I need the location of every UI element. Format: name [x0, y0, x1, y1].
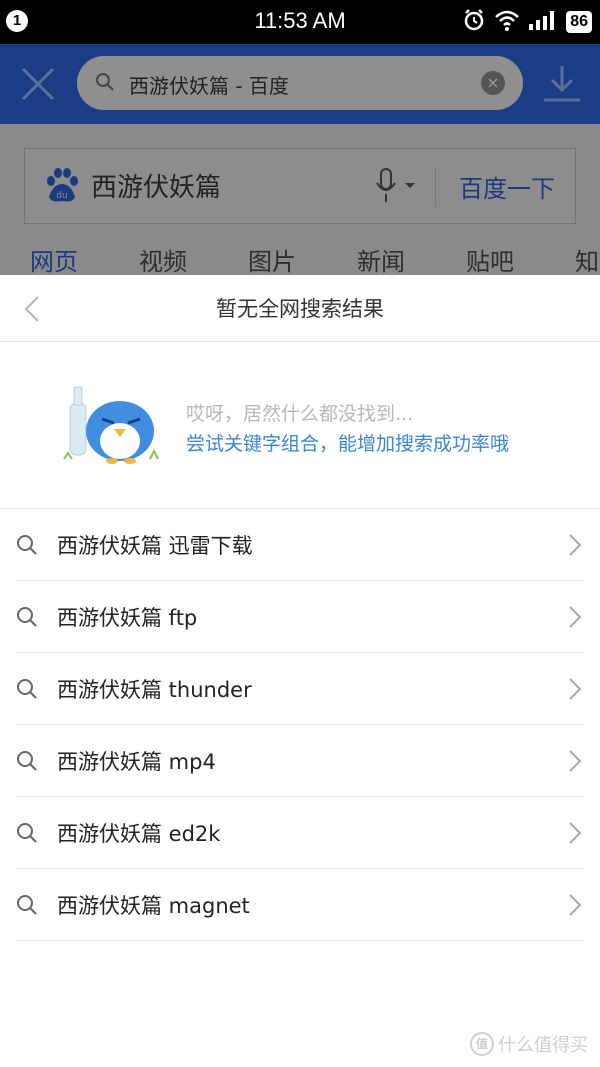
watermark: 值 什么值得买: [470, 1031, 588, 1057]
search-icon: [95, 72, 115, 96]
search-icon: [16, 606, 38, 632]
url-search-text: 西游伏妖篇 - 百度: [129, 74, 289, 98]
suggestion-label: 西游伏妖篇 ftp: [57, 606, 198, 630]
tab-news[interactable]: 新闻: [357, 242, 405, 277]
suggestion-item[interactable]: 西游伏妖篇 迅雷下载: [16, 509, 584, 581]
results-page-background: du 西游伏妖篇 百度一下 网页 视频 图片 新闻 贴吧 知: [0, 124, 600, 277]
suggestion-label: 西游伏妖篇 mp4: [57, 750, 216, 774]
svg-text:du: du: [56, 191, 67, 201]
divider: [435, 167, 436, 207]
chevron-right-icon: [568, 605, 582, 633]
download-icon[interactable]: [542, 64, 582, 108]
baidu-search-box[interactable]: du 西游伏妖篇 百度一下: [24, 148, 576, 224]
chevron-right-icon: [568, 749, 582, 777]
baidu-paw-icon: du: [43, 167, 81, 209]
tab-images[interactable]: 图片: [248, 242, 296, 277]
suggestion-label: 西游伏妖篇 thunder: [57, 678, 252, 702]
empty-tip: 尝试关键字组合，能增加搜索成功率哦: [186, 433, 510, 455]
tab-zhidao[interactable]: 知: [575, 242, 599, 277]
suggestion-list: 西游伏妖篇 迅雷下载 西游伏妖篇 ftp 西游伏妖篇 thunder 西游伏妖篇…: [16, 509, 584, 941]
suggestion-label: 西游伏妖篇 迅雷下载: [57, 534, 253, 558]
microphone-icon[interactable]: [375, 167, 419, 209]
tab-video[interactable]: 视频: [139, 242, 187, 277]
baidu-search-button[interactable]: 百度一下: [459, 169, 555, 204]
suggestion-item[interactable]: 西游伏妖篇 thunder: [16, 653, 584, 725]
search-icon: [16, 750, 38, 776]
empty-message: 哎呀，居然什么都没找到...: [186, 403, 414, 425]
result-tabs: 网页 视频 图片 新闻 贴吧 知: [0, 242, 600, 277]
tab-web[interactable]: 网页: [30, 242, 78, 277]
search-icon: [16, 534, 38, 560]
suggestion-item[interactable]: 西游伏妖篇 mp4: [16, 725, 584, 797]
status-bar: 1 11:53 AM 86: [0, 0, 600, 44]
chevron-right-icon: [568, 821, 582, 849]
chevron-right-icon: [568, 677, 582, 705]
sheet-header: 暂无全网搜索结果: [0, 275, 600, 342]
suggestion-label: 西游伏妖篇 ed2k: [57, 822, 221, 846]
browser-header: 西游伏妖篇 - 百度 ×: [0, 44, 600, 124]
query-text: 西游伏妖篇: [91, 173, 222, 203]
watermark-text: 什么值得买: [498, 1035, 588, 1056]
search-icon: [16, 678, 38, 704]
sad-bird-illustration-icon: [62, 385, 166, 471]
battery-icon: 86: [566, 11, 592, 33]
chevron-right-icon: [568, 893, 582, 921]
close-icon[interactable]: [20, 66, 56, 106]
status-icons: 86: [462, 8, 592, 36]
suggestion-item[interactable]: 西游伏妖篇 ftp: [16, 581, 584, 653]
sheet-title: 暂无全网搜索结果: [216, 297, 384, 321]
suggestion-label: 西游伏妖篇 magnet: [57, 894, 250, 918]
signal-icon: [528, 9, 558, 35]
url-search-bar[interactable]: 西游伏妖篇 - 百度 ×: [77, 56, 523, 110]
search-icon: [16, 822, 38, 848]
suggestion-item[interactable]: 西游伏妖篇 magnet: [16, 869, 584, 941]
clear-icon[interactable]: ×: [481, 71, 505, 95]
no-results-sheet: 暂无全网搜索结果 哎呀，居然什么都没找到... 尝试关键字组合，能增加搜索成功率…: [0, 275, 600, 1067]
search-icon: [16, 894, 38, 920]
wifi-icon: [494, 9, 520, 35]
tab-tieba[interactable]: 贴吧: [466, 242, 514, 277]
empty-state: 哎呀，居然什么都没找到... 尝试关键字组合，能增加搜索成功率哦: [0, 341, 600, 509]
alarm-icon: [462, 8, 486, 36]
smzdm-logo-icon: 值: [470, 1032, 494, 1056]
suggestion-item[interactable]: 西游伏妖篇 ed2k: [16, 797, 584, 869]
chevron-right-icon: [568, 533, 582, 561]
